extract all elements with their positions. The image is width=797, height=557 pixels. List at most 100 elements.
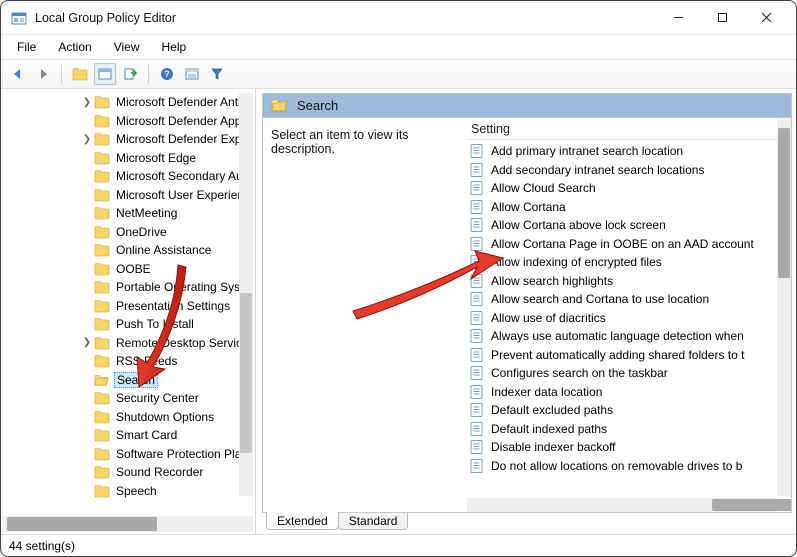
- folder-icon: [94, 95, 110, 109]
- list-item[interactable]: Add primary intranet search location: [467, 142, 791, 161]
- list-horizontal-scrollbar[interactable]: [467, 498, 777, 512]
- list-item[interactable]: Allow Cortana above lock screen: [467, 216, 791, 235]
- tree-node[interactable]: Shutdown Options: [1, 408, 255, 427]
- policy-icon: [469, 347, 485, 363]
- close-button[interactable]: [744, 3, 788, 33]
- tree-node[interactable]: OneDrive: [1, 223, 255, 242]
- tree-node-label: Microsoft Defender Anti: [114, 95, 243, 109]
- menu-help[interactable]: Help: [152, 38, 197, 56]
- folder-icon: [94, 225, 110, 239]
- menu-action[interactable]: Action: [48, 38, 101, 56]
- maximize-button[interactable]: [700, 3, 744, 33]
- tree-node[interactable]: Microsoft Edge: [1, 149, 255, 168]
- list-item-label: Allow Cortana Page in OOBE on an AAD acc…: [491, 237, 754, 251]
- list-item[interactable]: Allow indexing of encrypted files: [467, 253, 791, 272]
- list-item[interactable]: Allow use of diacritics: [467, 309, 791, 328]
- help-button[interactable]: ?: [156, 63, 178, 85]
- list-item[interactable]: Allow Cortana Page in OOBE on an AAD acc…: [467, 235, 791, 254]
- tree-node-label: OOBE: [114, 262, 153, 276]
- back-button[interactable]: [7, 63, 29, 85]
- folder-icon: [94, 114, 110, 128]
- properties-button[interactable]: [94, 63, 116, 85]
- export-button[interactable]: [119, 63, 141, 85]
- tree-node[interactable]: OOBE: [1, 260, 255, 279]
- list-item[interactable]: Configures search on the taskbar: [467, 364, 791, 383]
- folder-icon: [94, 243, 110, 257]
- list-item-label: Default indexed paths: [491, 422, 607, 436]
- tree-node-label: Microsoft User Experienc: [114, 188, 252, 202]
- settings-list[interactable]: Setting Add primary intranet search loca…: [467, 118, 791, 512]
- list-item-label: Indexer data location: [491, 385, 602, 399]
- list-item[interactable]: Add secondary intranet search locations: [467, 161, 791, 180]
- tab-standard[interactable]: Standard: [338, 512, 409, 530]
- list-item-label: Allow Cortana: [491, 200, 566, 214]
- filter-button[interactable]: [206, 63, 228, 85]
- details-panel: Search Select an item to view its descri…: [256, 89, 796, 534]
- tree-node[interactable]: Portable Operating Syste: [1, 278, 255, 297]
- policy-icon: [469, 162, 485, 178]
- tree-node[interactable]: Smart Card: [1, 426, 255, 445]
- list-item[interactable]: Allow Cortana: [467, 198, 791, 217]
- folder-icon: [94, 280, 110, 294]
- tree-node[interactable]: NetMeeting: [1, 204, 255, 223]
- list-item[interactable]: Do not allow locations on removable driv…: [467, 457, 791, 476]
- tree-node[interactable]: Sound Recorder: [1, 463, 255, 482]
- policy-icon: [469, 143, 485, 159]
- tree-node[interactable]: Online Assistance: [1, 241, 255, 260]
- minimize-button[interactable]: [656, 3, 700, 33]
- tree-node-label: Sound Recorder: [114, 465, 205, 479]
- policy-tree[interactable]: ❯ Microsoft Defender Anti Microsoft Defend…: [1, 89, 255, 516]
- list-item[interactable]: Allow search highlights: [467, 272, 791, 291]
- policy-icon: [469, 458, 485, 474]
- folder-icon: [94, 317, 110, 331]
- options-button[interactable]: [181, 63, 203, 85]
- tree-node[interactable]: Microsoft Secondary Aut: [1, 167, 255, 186]
- tree-node[interactable]: Presentation Settings: [1, 297, 255, 316]
- list-item[interactable]: Indexer data location: [467, 383, 791, 402]
- list-item-label: Allow use of diacritics: [491, 311, 606, 325]
- chevron-right-icon[interactable]: ❯: [81, 134, 93, 145]
- tree-node[interactable]: Search: [1, 371, 255, 390]
- column-header-setting[interactable]: Setting: [467, 118, 791, 140]
- tree-node-label: Presentation Settings: [114, 299, 232, 313]
- menu-file[interactable]: File: [7, 38, 46, 56]
- list-item-label: Do not allow locations on removable driv…: [491, 459, 742, 473]
- list-item[interactable]: Allow search and Cortana to use location: [467, 290, 791, 309]
- list-item-label: Disable indexer backoff: [491, 440, 616, 454]
- tree-node[interactable]: ❯Microsoft Defender Expl: [1, 130, 255, 149]
- policy-icon: [469, 180, 485, 196]
- tree-node[interactable]: RSS Feeds: [1, 352, 255, 371]
- show-hide-tree-button[interactable]: [69, 63, 91, 85]
- tree-node[interactable]: Speech: [1, 482, 255, 501]
- chevron-right-icon[interactable]: ❯: [81, 337, 93, 348]
- menu-view[interactable]: View: [104, 38, 150, 56]
- list-item[interactable]: Prevent automatically adding shared fold…: [467, 346, 791, 365]
- tree-node[interactable]: ❯Remote Desktop Service: [1, 334, 255, 353]
- toolbar: ?: [1, 59, 796, 89]
- list-item[interactable]: Default excluded paths: [467, 401, 791, 420]
- tree-node-label: NetMeeting: [114, 206, 179, 220]
- tree-node[interactable]: Push To Install: [1, 315, 255, 334]
- list-item-label: Allow Cortana above lock screen: [491, 218, 666, 232]
- list-item[interactable]: Disable indexer backoff: [467, 438, 791, 457]
- list-item[interactable]: Always use automatic language detection …: [467, 327, 791, 346]
- tree-node-label: Microsoft Defender App: [114, 114, 243, 128]
- tree-node[interactable]: Software Protection Platf: [1, 445, 255, 464]
- tab-extended[interactable]: Extended: [266, 512, 339, 530]
- list-item[interactable]: Default indexed paths: [467, 420, 791, 439]
- chevron-right-icon[interactable]: ❯: [81, 97, 93, 108]
- tree-node-label: Search: [114, 372, 158, 388]
- tree-node[interactable]: ❯ Microsoft Defender Anti: [1, 93, 255, 112]
- forward-button[interactable]: [32, 63, 54, 85]
- tree-node[interactable]: Microsoft User Experienc: [1, 186, 255, 205]
- tree-node-label: Portable Operating Syste: [114, 280, 252, 294]
- tree-vertical-scrollbar[interactable]: [239, 93, 253, 496]
- list-vertical-scrollbar[interactable]: [777, 118, 791, 496]
- folder-icon: [94, 354, 110, 368]
- tree-node[interactable]: Microsoft Defender App: [1, 112, 255, 131]
- description-text: Select an item to view its description.: [271, 128, 409, 156]
- status-text: 44 setting(s): [9, 539, 75, 553]
- list-item[interactable]: Allow Cloud Search: [467, 179, 791, 198]
- tree-horizontal-scrollbar[interactable]: [3, 516, 253, 532]
- tree-node[interactable]: Security Center: [1, 389, 255, 408]
